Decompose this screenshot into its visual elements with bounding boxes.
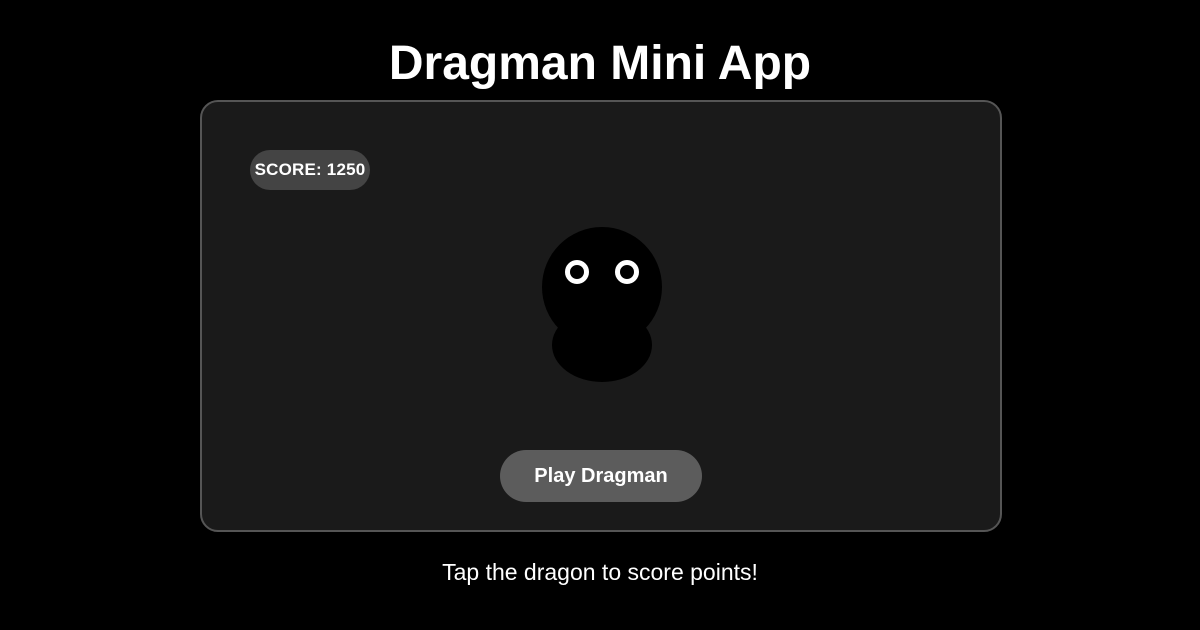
hint-text: Tap the dragon to score points! bbox=[442, 559, 758, 585]
app-title: Dragman Mini App bbox=[388, 37, 812, 90]
app-page: Dragman Mini App SCORE: 1250 Play Dragma… bbox=[0, 0, 1200, 630]
dragon-head bbox=[542, 227, 662, 347]
play-dragman-button[interactable]: Play Dragman bbox=[500, 450, 702, 502]
score-badge: SCORE: 1250 bbox=[250, 150, 370, 190]
game-panel: SCORE: 1250 Play Dragman bbox=[200, 100, 1002, 532]
dragon-character-icon[interactable] bbox=[540, 225, 664, 385]
dragon-svg bbox=[542, 227, 662, 382]
